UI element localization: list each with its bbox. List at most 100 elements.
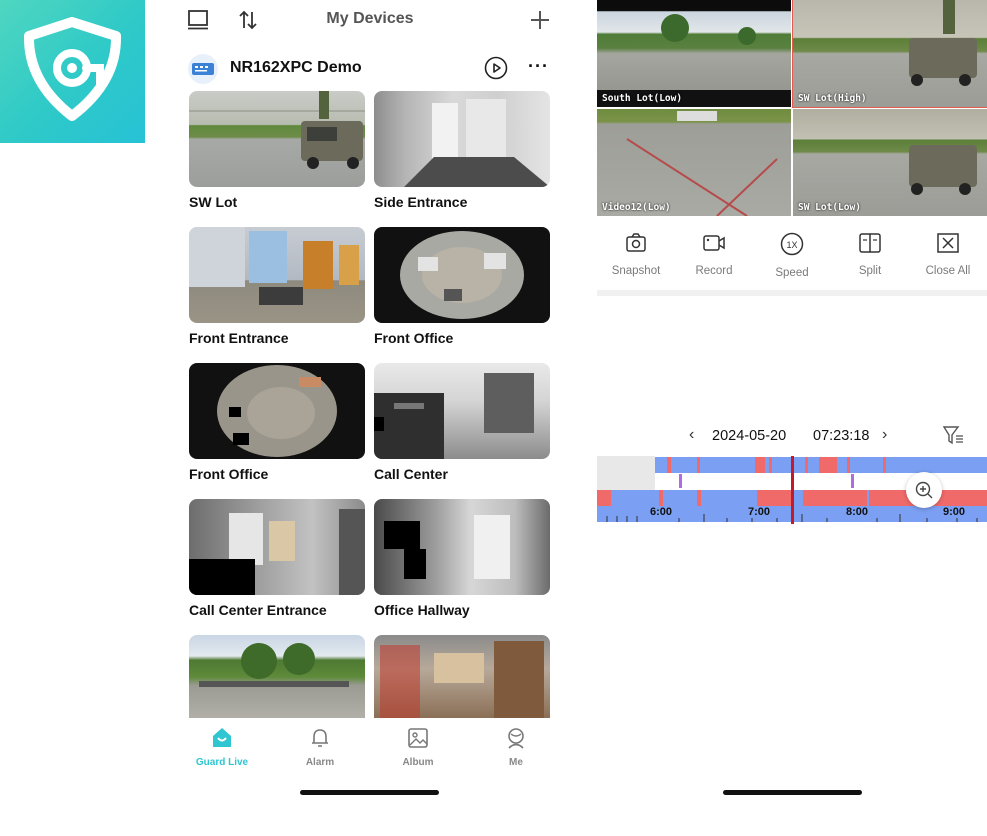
tab-bar: Guard Live Alarm Album Me bbox=[172, 718, 568, 778]
control-label: Snapshot bbox=[611, 265, 661, 277]
video-icon bbox=[703, 235, 725, 251]
playback-time: 07:23:18 bbox=[813, 428, 870, 444]
tab-me[interactable]: Me bbox=[486, 726, 546, 768]
event-block bbox=[847, 457, 850, 473]
record-button[interactable]: Record bbox=[677, 232, 751, 277]
camera-label: Side Entrance bbox=[374, 194, 468, 210]
home-indicator bbox=[300, 790, 439, 795]
camera-thumbnail[interactable] bbox=[189, 91, 365, 187]
camera-label: Call Center Entrance bbox=[189, 602, 327, 618]
tick-label: 6:00 bbox=[650, 506, 673, 518]
tick-label: 8:00 bbox=[846, 506, 869, 518]
playback-timeline[interactable]: 6:00 7:00 8:00 9:00 bbox=[597, 456, 987, 524]
close-all-icon bbox=[937, 233, 959, 253]
person-icon bbox=[508, 728, 524, 749]
page-title: My Devices bbox=[326, 10, 414, 27]
event-block bbox=[803, 490, 867, 506]
event-block bbox=[757, 490, 791, 506]
tab-album[interactable]: Album bbox=[388, 726, 448, 768]
tile-caption: Video12(Low) bbox=[602, 202, 671, 213]
event-block bbox=[769, 457, 772, 473]
device-name: NR162XPC Demo bbox=[230, 59, 362, 76]
camera-thumbnail[interactable] bbox=[374, 499, 550, 595]
more-icon[interactable]: ··· bbox=[528, 56, 549, 77]
motion-marker bbox=[679, 474, 682, 488]
camera-thumbnail[interactable] bbox=[374, 635, 550, 719]
timeline-empty bbox=[597, 456, 655, 490]
playback-tile[interactable]: SW Lot(Low) bbox=[793, 109, 987, 216]
event-block bbox=[597, 490, 611, 506]
tick-label: 9:00 bbox=[943, 506, 966, 518]
home-indicator bbox=[723, 790, 862, 795]
camera-label: Office Hallway bbox=[374, 602, 470, 618]
filter-icon[interactable] bbox=[942, 424, 964, 451]
camera-label: Front Office bbox=[189, 466, 269, 482]
event-block bbox=[869, 490, 909, 506]
camera-thumbnail[interactable] bbox=[189, 227, 365, 323]
camera-thumbnail[interactable] bbox=[374, 363, 550, 459]
tile-caption: SW Lot(Low) bbox=[798, 202, 861, 213]
tab-guard-live[interactable]: Guard Live bbox=[192, 726, 252, 768]
speed-icon: 1X bbox=[780, 232, 804, 256]
snapshot-button[interactable]: Snapshot bbox=[599, 232, 673, 277]
playback-screen: South Lot(Low) SW Lot(High) Video12(Low)… bbox=[597, 0, 987, 836]
event-block bbox=[819, 457, 837, 473]
close-all-button[interactable]: Close All bbox=[911, 232, 985, 277]
playback-icon[interactable] bbox=[484, 56, 508, 85]
playback-date[interactable]: 2024-05-20 bbox=[712, 428, 786, 444]
tab-label: Album bbox=[402, 757, 434, 768]
svg-text:1X: 1X bbox=[786, 240, 797, 250]
add-device-icon[interactable] bbox=[526, 6, 554, 34]
bell-icon bbox=[312, 729, 328, 747]
tile-caption: SW Lot(High) bbox=[798, 93, 867, 104]
tab-label: Guard Live bbox=[195, 757, 249, 768]
event-block bbox=[883, 457, 886, 473]
home-icon bbox=[213, 728, 231, 747]
event-block bbox=[805, 457, 808, 473]
next-day-icon[interactable]: › bbox=[882, 426, 887, 444]
control-label: Record bbox=[695, 265, 733, 277]
camera-thumbnail[interactable] bbox=[189, 635, 365, 719]
device-header[interactable]: NR162XPC Demo ··· bbox=[188, 52, 556, 86]
event-block bbox=[667, 457, 671, 473]
camera-label: Call Center bbox=[374, 466, 448, 482]
speed-button[interactable]: 1X Speed bbox=[755, 232, 829, 279]
control-label: Close All bbox=[925, 265, 971, 277]
camera-thumbnail[interactable] bbox=[189, 363, 365, 459]
event-block bbox=[659, 490, 663, 506]
my-devices-screen: My Devices NR162XPC Demo ··· SW Lot Side… bbox=[172, 0, 568, 836]
image-icon bbox=[408, 728, 428, 748]
control-label: Speed bbox=[775, 267, 809, 279]
app-logo bbox=[0, 0, 145, 143]
camera-icon bbox=[626, 233, 646, 252]
nvr-icon bbox=[188, 54, 218, 84]
zoom-in-icon bbox=[915, 481, 933, 499]
playback-tile[interactable]: Video12(Low) bbox=[597, 109, 791, 216]
tab-alarm[interactable]: Alarm bbox=[290, 726, 350, 768]
divider bbox=[597, 290, 987, 296]
playhead bbox=[791, 456, 794, 524]
camera-thumbnail[interactable] bbox=[374, 227, 550, 323]
camera-label: SW Lot bbox=[189, 194, 238, 210]
split-icon bbox=[859, 233, 881, 253]
camera-label: Front Office bbox=[374, 330, 454, 346]
motion-marker bbox=[851, 474, 854, 488]
event-block bbox=[697, 490, 701, 506]
event-block bbox=[755, 457, 765, 473]
tab-label: Alarm bbox=[305, 757, 335, 768]
camera-thumbnail[interactable] bbox=[189, 499, 365, 595]
tile-caption: South Lot(Low) bbox=[602, 93, 683, 104]
split-button[interactable]: Split bbox=[833, 232, 907, 277]
camera-thumbnail[interactable] bbox=[374, 91, 550, 187]
zoom-in-button[interactable] bbox=[906, 472, 942, 508]
tab-label: Me bbox=[509, 757, 523, 768]
tick-label: 7:00 bbox=[748, 506, 771, 518]
date-time-row: ‹ 2024-05-20 07:23:18 › bbox=[597, 426, 987, 448]
camera-label: Front Entrance bbox=[189, 330, 289, 346]
prev-day-icon[interactable]: ‹ bbox=[689, 426, 694, 444]
playback-tile[interactable]: SW Lot(High) bbox=[792, 0, 987, 108]
shield-camera-icon bbox=[23, 17, 122, 121]
playback-tile[interactable]: South Lot(Low) bbox=[597, 0, 791, 107]
control-label: Split bbox=[858, 265, 882, 277]
event-block bbox=[697, 457, 700, 473]
